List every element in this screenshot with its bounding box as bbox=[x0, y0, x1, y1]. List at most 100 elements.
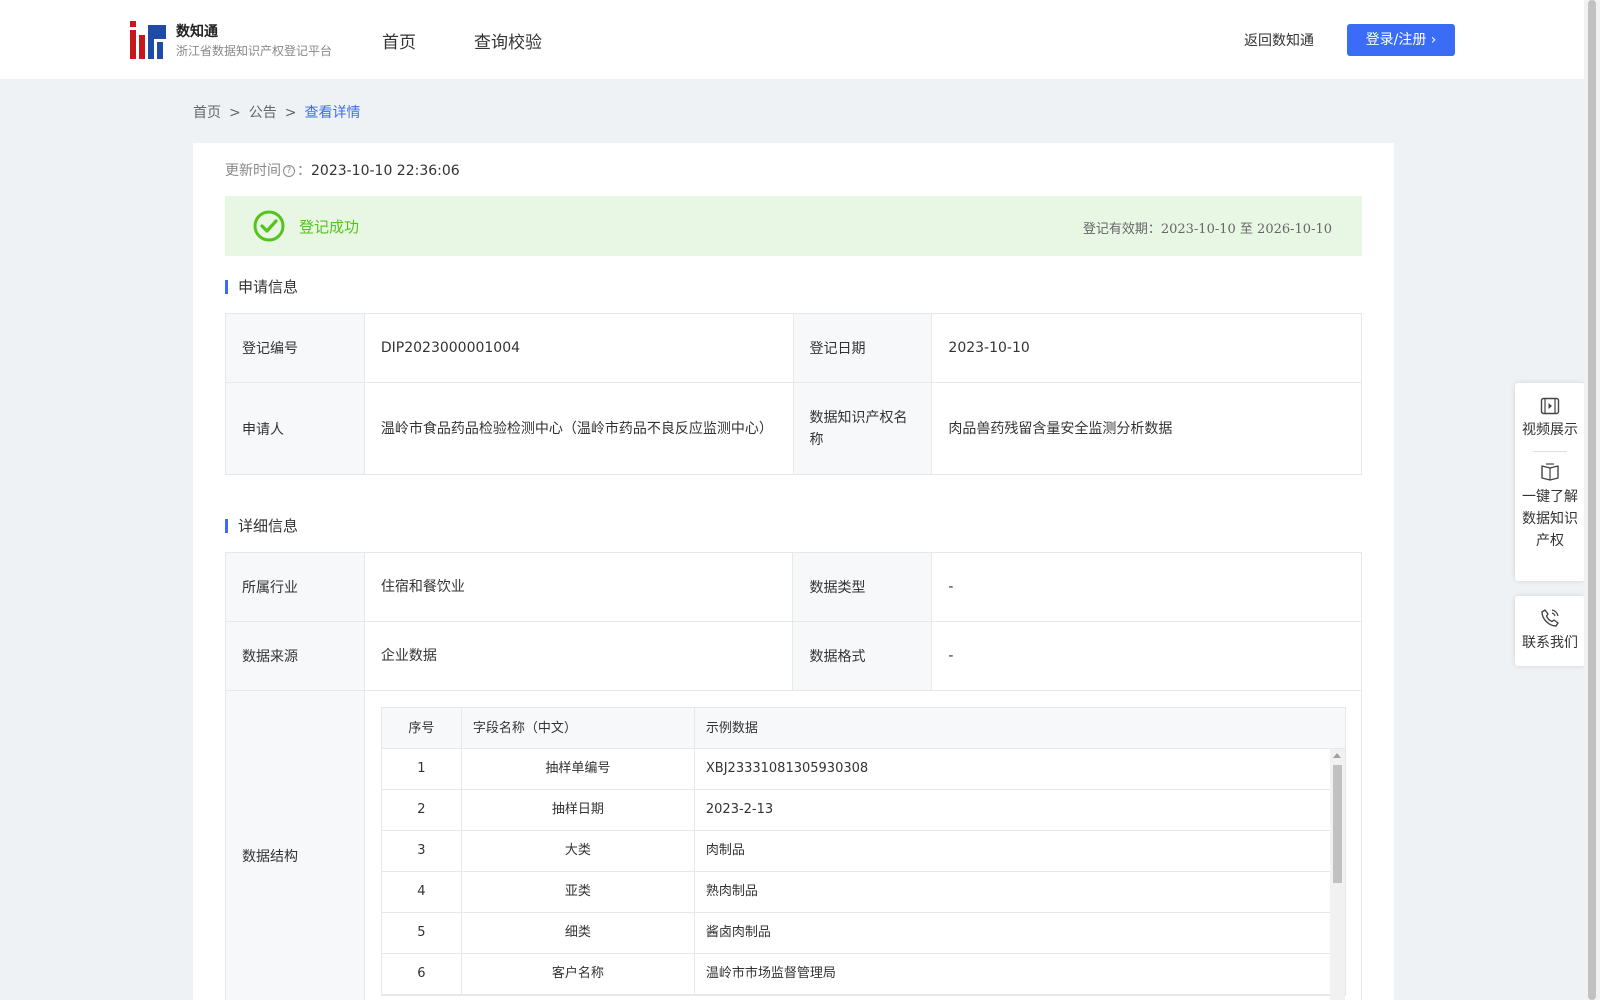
breadcrumb-separator: > bbox=[284, 105, 297, 121]
learn-ip-button[interactable]: 一键了解 数据知识 产权 bbox=[1515, 462, 1585, 552]
header-index: 序号 bbox=[382, 708, 462, 748]
row-index: 4 bbox=[382, 872, 462, 912]
table-row: 数据结构 序号 字段名称（中文） 示例数据 1 抽样单编号 XBJ2333108… bbox=[225, 690, 1363, 1000]
scroll-up-arrow-icon[interactable] bbox=[1332, 753, 1341, 758]
cell-label: 申请人 bbox=[225, 382, 365, 475]
section-title-details: 详细信息 bbox=[225, 519, 298, 534]
cell-label: 数据结构 bbox=[225, 690, 365, 1000]
row-sample: 熟肉制品 bbox=[705, 884, 758, 899]
breadcrumb-home[interactable]: 首页 bbox=[193, 105, 221, 121]
contact-us-button[interactable]: 联系我们 bbox=[1515, 596, 1585, 654]
breadcrumb: 首页 > 公告 > 查看详情 bbox=[193, 102, 360, 122]
row-index: 1 bbox=[382, 749, 462, 789]
structure-header: 序号 字段名称（中文） 示例数据 bbox=[381, 708, 1345, 749]
logo-title: 数知通 bbox=[176, 24, 218, 40]
structure-row: 4 亚类 熟肉制品 bbox=[381, 872, 1330, 913]
cell-value: 企业数据 bbox=[363, 621, 794, 691]
scroll-thumb[interactable] bbox=[1332, 765, 1342, 883]
row-sample: 酱卤肉制品 bbox=[705, 925, 771, 940]
validity-to: 至 bbox=[1235, 222, 1258, 237]
phone-icon bbox=[1541, 609, 1559, 627]
video-icon bbox=[1540, 397, 1560, 415]
update-time-row: 更新时间? ：2023-10-10 22:36:06 bbox=[225, 160, 460, 180]
structure-row: 6 客户名称 温岭市市场监督管理局 bbox=[381, 954, 1330, 995]
update-time-label: 更新时间 bbox=[225, 163, 281, 179]
validity-label: 登记有效期： bbox=[1082, 222, 1161, 237]
learn-ip-label-line3: 产权 bbox=[1536, 533, 1564, 549]
cell-label: 数据类型 bbox=[792, 552, 933, 622]
table-row: 申请人 温岭市食品药品检验检测中心（温岭市药品不良反应监测中心） 数据知识产权名… bbox=[225, 382, 1362, 475]
row-field: 细类 bbox=[462, 913, 695, 953]
table-row: 登记编号 DIP2023000001004 登记日期 2023-10-10 bbox=[225, 313, 1362, 383]
validity-period: 登记有效期：2023-10-10 至 2026-10-10 bbox=[1083, 218, 1332, 237]
top-header: 数知通 浙江省数据知识产权登记平台 首页 查询校验 返回数知通 登录/注册 › bbox=[0, 0, 1584, 79]
row-field: 抽样单编号 bbox=[462, 749, 695, 789]
cell-label: 数据来源 bbox=[225, 621, 365, 691]
structure-row: 3 大类 肉制品 bbox=[381, 831, 1330, 872]
structure-cell: 序号 字段名称（中文） 示例数据 1 抽样单编号 XBJ233310813059… bbox=[363, 690, 1363, 1000]
logo-subtitle: 浙江省数据知识产权登记平台 bbox=[176, 44, 333, 58]
cell-value: 2023-10-10 bbox=[931, 313, 1362, 383]
structure-table: 序号 字段名称（中文） 示例数据 1 抽样单编号 XBJ233310813059… bbox=[380, 707, 1346, 1000]
learn-ip-label-line2: 数据知识 bbox=[1522, 511, 1578, 527]
row-field: 客户名称 bbox=[462, 954, 695, 994]
breadcrumb-notice[interactable]: 公告 bbox=[249, 105, 277, 121]
video-showcase-button[interactable]: 视频展示 bbox=[1515, 383, 1585, 441]
application-table: 登记编号 DIP2023000001004 登记日期 2023-10-10 申请… bbox=[225, 313, 1362, 475]
book-icon bbox=[1541, 463, 1559, 481]
cell-value: 肉品兽药残留含量安全监测分析数据 bbox=[931, 382, 1362, 475]
cell-label: 数据知识产权名称 bbox=[792, 382, 933, 475]
update-colon: ： bbox=[297, 163, 311, 179]
page-scroll-thumb[interactable] bbox=[1588, 0, 1596, 1000]
return-link[interactable]: 返回数知通 bbox=[1244, 30, 1314, 50]
breadcrumb-current: 查看详情 bbox=[304, 105, 361, 121]
cell-value: 温岭市食品药品检验检测中心（温岭市药品不良反应监测中心） bbox=[363, 382, 794, 475]
nav-home[interactable]: 首页 bbox=[382, 28, 416, 53]
breadcrumb-separator: > bbox=[229, 105, 241, 121]
cell-value: DIP2023000001004 bbox=[363, 313, 794, 383]
validity-start: 2023-10-10 bbox=[1160, 222, 1236, 237]
cell-value: 住宿和餐饮业 bbox=[363, 552, 794, 622]
page-scrollbar[interactable] bbox=[1584, 0, 1600, 1000]
learn-ip-label-line1: 一键了解 bbox=[1522, 489, 1578, 505]
table-row: 数据来源 企业数据 数据格式 - bbox=[225, 621, 1362, 691]
cell-value: - bbox=[931, 552, 1362, 622]
login-register-button[interactable]: 登录/注册 › bbox=[1347, 24, 1455, 56]
structure-row: 1 抽样单编号 XBJ23331081305930308 bbox=[381, 749, 1330, 790]
table-row: 所属行业 住宿和餐饮业 数据类型 - bbox=[225, 552, 1362, 622]
structure-scrollbar[interactable] bbox=[1329, 749, 1345, 1000]
logo-icon[interactable] bbox=[130, 21, 166, 59]
section-title-application: 申请信息 bbox=[225, 280, 298, 295]
row-index: 5 bbox=[382, 913, 462, 953]
contact-us-label: 联系我们 bbox=[1522, 635, 1578, 651]
cell-label: 所属行业 bbox=[225, 552, 365, 622]
structure-wrapper: 序号 字段名称（中文） 示例数据 1 抽样单编号 XBJ233310813059… bbox=[365, 691, 1361, 1000]
nav-query-verify[interactable]: 查询校验 bbox=[474, 28, 542, 53]
check-circle-icon bbox=[253, 210, 285, 242]
row-field: 抽样日期 bbox=[462, 790, 695, 830]
details-table: 所属行业 住宿和餐饮业 数据类型 - 数据来源 企业数据 数据格式 - 数据结构… bbox=[225, 552, 1363, 1000]
row-sample: 肉制品 bbox=[705, 843, 745, 858]
help-icon[interactable]: ? bbox=[283, 165, 295, 177]
side-panel: 视频展示 一键了解 数据知识 产权 bbox=[1515, 383, 1585, 581]
detail-card: 更新时间? ：2023-10-10 22:36:06 登记成功 登记有效期：202… bbox=[193, 143, 1394, 1000]
update-time-value: 2023-10-10 22:36:06 bbox=[311, 163, 460, 179]
validity-end: 2026-10-10 bbox=[1257, 222, 1332, 237]
cell-label: 登记日期 bbox=[792, 313, 933, 383]
contact-panel: 联系我们 bbox=[1515, 596, 1585, 666]
row-index: 6 bbox=[382, 954, 462, 994]
row-sample: 温岭市市场监督管理局 bbox=[705, 966, 836, 981]
row-sample: 2023-2-13 bbox=[705, 802, 774, 817]
row-sample: XBJ23331081305930308 bbox=[705, 761, 869, 776]
structure-row: 2 抽样日期 2023-2-13 bbox=[381, 790, 1330, 831]
status-banner: 登记成功 登记有效期：2023-10-10 至 2026-10-10 bbox=[225, 196, 1362, 256]
video-showcase-label: 视频展示 bbox=[1522, 422, 1578, 438]
status-text: 登记成功 bbox=[299, 218, 360, 236]
cell-label: 登记编号 bbox=[225, 313, 365, 383]
row-field: 亚类 bbox=[462, 872, 695, 912]
side-divider bbox=[1533, 451, 1567, 452]
cell-value: - bbox=[931, 621, 1362, 691]
cell-label: 数据格式 bbox=[792, 621, 933, 691]
row-index: 3 bbox=[382, 831, 462, 871]
header-sample: 示例数据 bbox=[705, 721, 758, 736]
